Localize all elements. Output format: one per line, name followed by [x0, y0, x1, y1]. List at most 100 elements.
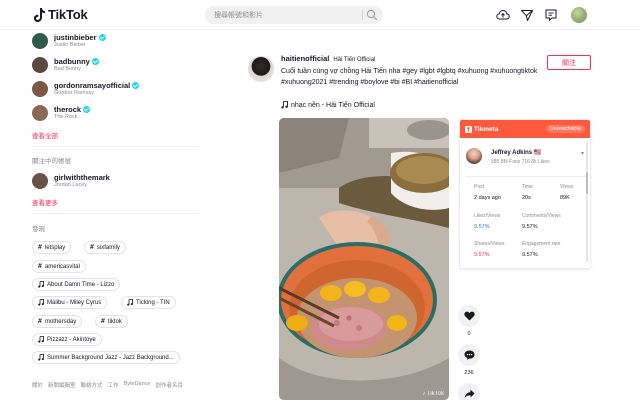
hashtag-icon: #: [38, 244, 42, 251]
creator-name: Jeffrey Adkins 🇺🇸: [491, 149, 541, 156]
comment-button[interactable]: [458, 344, 480, 366]
discover-music[interactable]: Summer Background Jazz - Jazz Background…: [32, 351, 180, 364]
profile-avatar[interactable]: [571, 7, 587, 23]
avatar: [32, 81, 48, 97]
tag-label: americasvital: [44, 263, 80, 270]
account-display-name: Jordan Lacey: [54, 182, 88, 188]
divider: [32, 146, 198, 147]
footer-link[interactable]: 關於: [32, 381, 43, 389]
footer-link[interactable]: 新聞編輯室: [48, 381, 76, 389]
search-icon[interactable]: [366, 9, 378, 21]
stat-value: 9.57%: [522, 252, 538, 258]
account-display-name: The Rock: [54, 114, 78, 120]
expand-icon[interactable]: ▾: [581, 150, 584, 157]
stat-label: Comments/Views: [522, 213, 561, 219]
heart-icon: [463, 311, 475, 321]
panel-scrollbar[interactable]: [586, 142, 588, 262]
comment-count: 236: [464, 370, 474, 376]
sidebar: justinbieber Justin Bieber badbunny Bad …: [0, 30, 210, 400]
tag-label: mothersday: [44, 318, 77, 325]
inbox-send-icon[interactable]: [520, 8, 534, 22]
video-frame: [279, 118, 449, 400]
tiktok-note-icon: [34, 7, 45, 22]
upload-icon[interactable]: [496, 8, 510, 22]
post-username: haitienofficial: [281, 54, 330, 63]
comment-icon: [464, 350, 474, 360]
stat-value: 9.57%: [522, 224, 538, 230]
footer-link[interactable]: 聯絡方式: [81, 381, 103, 389]
creator-stats: 585.8M Fans 716.8k Likes: [491, 159, 550, 165]
hashtag-icon: #: [101, 318, 105, 325]
brand-name: TikTok: [48, 7, 88, 22]
stat-label: Views: [560, 184, 574, 190]
discover-music[interactable]: About Damn Time - Lizzo: [32, 278, 121, 291]
suggested-account[interactable]: therock The Rock: [32, 105, 91, 121]
discover-hashtag[interactable]: # tiktok: [95, 315, 128, 328]
tag-label: Malibu - Miley Cyrus: [47, 299, 102, 306]
account-username: badbunny: [54, 57, 90, 66]
search-input[interactable]: [205, 6, 355, 24]
tag-label: About Damn Time - Lizzo: [47, 281, 115, 288]
music-note-icon: [127, 299, 133, 306]
footer-link[interactable]: 工作: [108, 381, 119, 389]
tikmeta-header: Tikmeta Unreachable: [460, 120, 590, 138]
tikmeta-brand-label: Tikmeta: [474, 125, 499, 133]
suggested-account[interactable]: justinbieber Justin Bieber: [32, 33, 106, 49]
see-more-link[interactable]: 查看更多: [32, 197, 58, 207]
follow-button[interactable]: 關注: [547, 55, 591, 70]
stat-label: Shares/Views: [474, 241, 505, 247]
music-note-icon: [38, 281, 44, 288]
discover-music[interactable]: Ticking - TIN: [121, 296, 176, 309]
hashtag-icon: #: [38, 318, 42, 325]
like-button[interactable]: [458, 305, 480, 327]
like-count: 0: [467, 331, 471, 337]
search-bar: [205, 6, 383, 24]
discover-hashtag[interactable]: # mothersday: [32, 315, 83, 328]
suggested-account[interactable]: badbunny Bad Bunny: [32, 57, 99, 73]
tikmeta-status-badge[interactable]: Unreachable: [545, 125, 585, 133]
tag-label: sixfamily: [96, 244, 120, 251]
footer-link[interactable]: ByteDance: [124, 381, 151, 389]
stat-label: Likes/Views: [474, 213, 501, 219]
footer-link[interactable]: 創作者名目: [155, 381, 183, 389]
avatar: [32, 57, 48, 73]
post-music-link[interactable]: nhạc nền - Hải Tiến Official: [281, 101, 375, 109]
verified-badge-icon: [132, 82, 140, 89]
discover-music[interactable]: Pizzazz - Akintoye: [32, 333, 102, 346]
divider: [32, 213, 198, 214]
following-account[interactable]: girlwiththemark Jordan Lacey: [32, 173, 110, 189]
stat-label: Post: [474, 184, 485, 190]
messages-icon[interactable]: [544, 8, 558, 22]
post-author[interactable]: haitienofficial Hải Tiến Official: [281, 54, 375, 63]
share-arrow-icon: [464, 389, 474, 399]
discover-hashtag[interactable]: # letsplay: [32, 241, 72, 254]
account-username: gordonramsayofficial: [54, 81, 131, 90]
tiktok-logo[interactable]: TikTok: [34, 7, 88, 22]
tikmeta-logo-icon: [465, 125, 472, 133]
hashtag-icon: #: [90, 244, 94, 251]
avatar: [32, 105, 48, 121]
divider: [466, 176, 586, 177]
discover-hashtag[interactable]: # sixfamily: [84, 241, 126, 254]
post-author-avatar[interactable]: [248, 56, 274, 82]
share-button[interactable]: [458, 383, 480, 400]
avatar: [32, 33, 48, 49]
account-username: girlwiththemark: [54, 173, 110, 182]
see-all-link[interactable]: 查看全部: [32, 130, 58, 140]
discover-hashtag[interactable]: # americasvital: [32, 260, 86, 273]
search-divider: [362, 10, 363, 20]
music-note-icon: [281, 101, 288, 109]
discover-music[interactable]: Malibu - Miley Cyrus: [32, 296, 108, 309]
tag-label: letsplay: [44, 244, 66, 251]
music-title: nhạc nền - Hải Tiến Official: [291, 101, 375, 109]
discover-section-title: 發現: [32, 226, 45, 233]
post-caption: Cuối tuần cùng vợ chồng Hải Tiến nha #ge…: [281, 68, 538, 86]
video-player[interactable]: ♪ TikTok: [279, 118, 449, 400]
suggested-account[interactable]: gordonramsayofficial Gordon Ramsay: [32, 81, 140, 97]
tag-label: Pizzazz - Akintoye: [47, 336, 96, 343]
account-display-name: Justin Bieber: [54, 42, 86, 48]
us-flag-icon: 🇺🇸: [533, 150, 542, 156]
stat-value: 20s: [522, 195, 531, 201]
video-watermark: ♪ TikTok: [422, 391, 444, 397]
tikmeta-panel: Tikmeta Unreachable Jeffrey Adkins 🇺🇸 58…: [459, 119, 591, 269]
